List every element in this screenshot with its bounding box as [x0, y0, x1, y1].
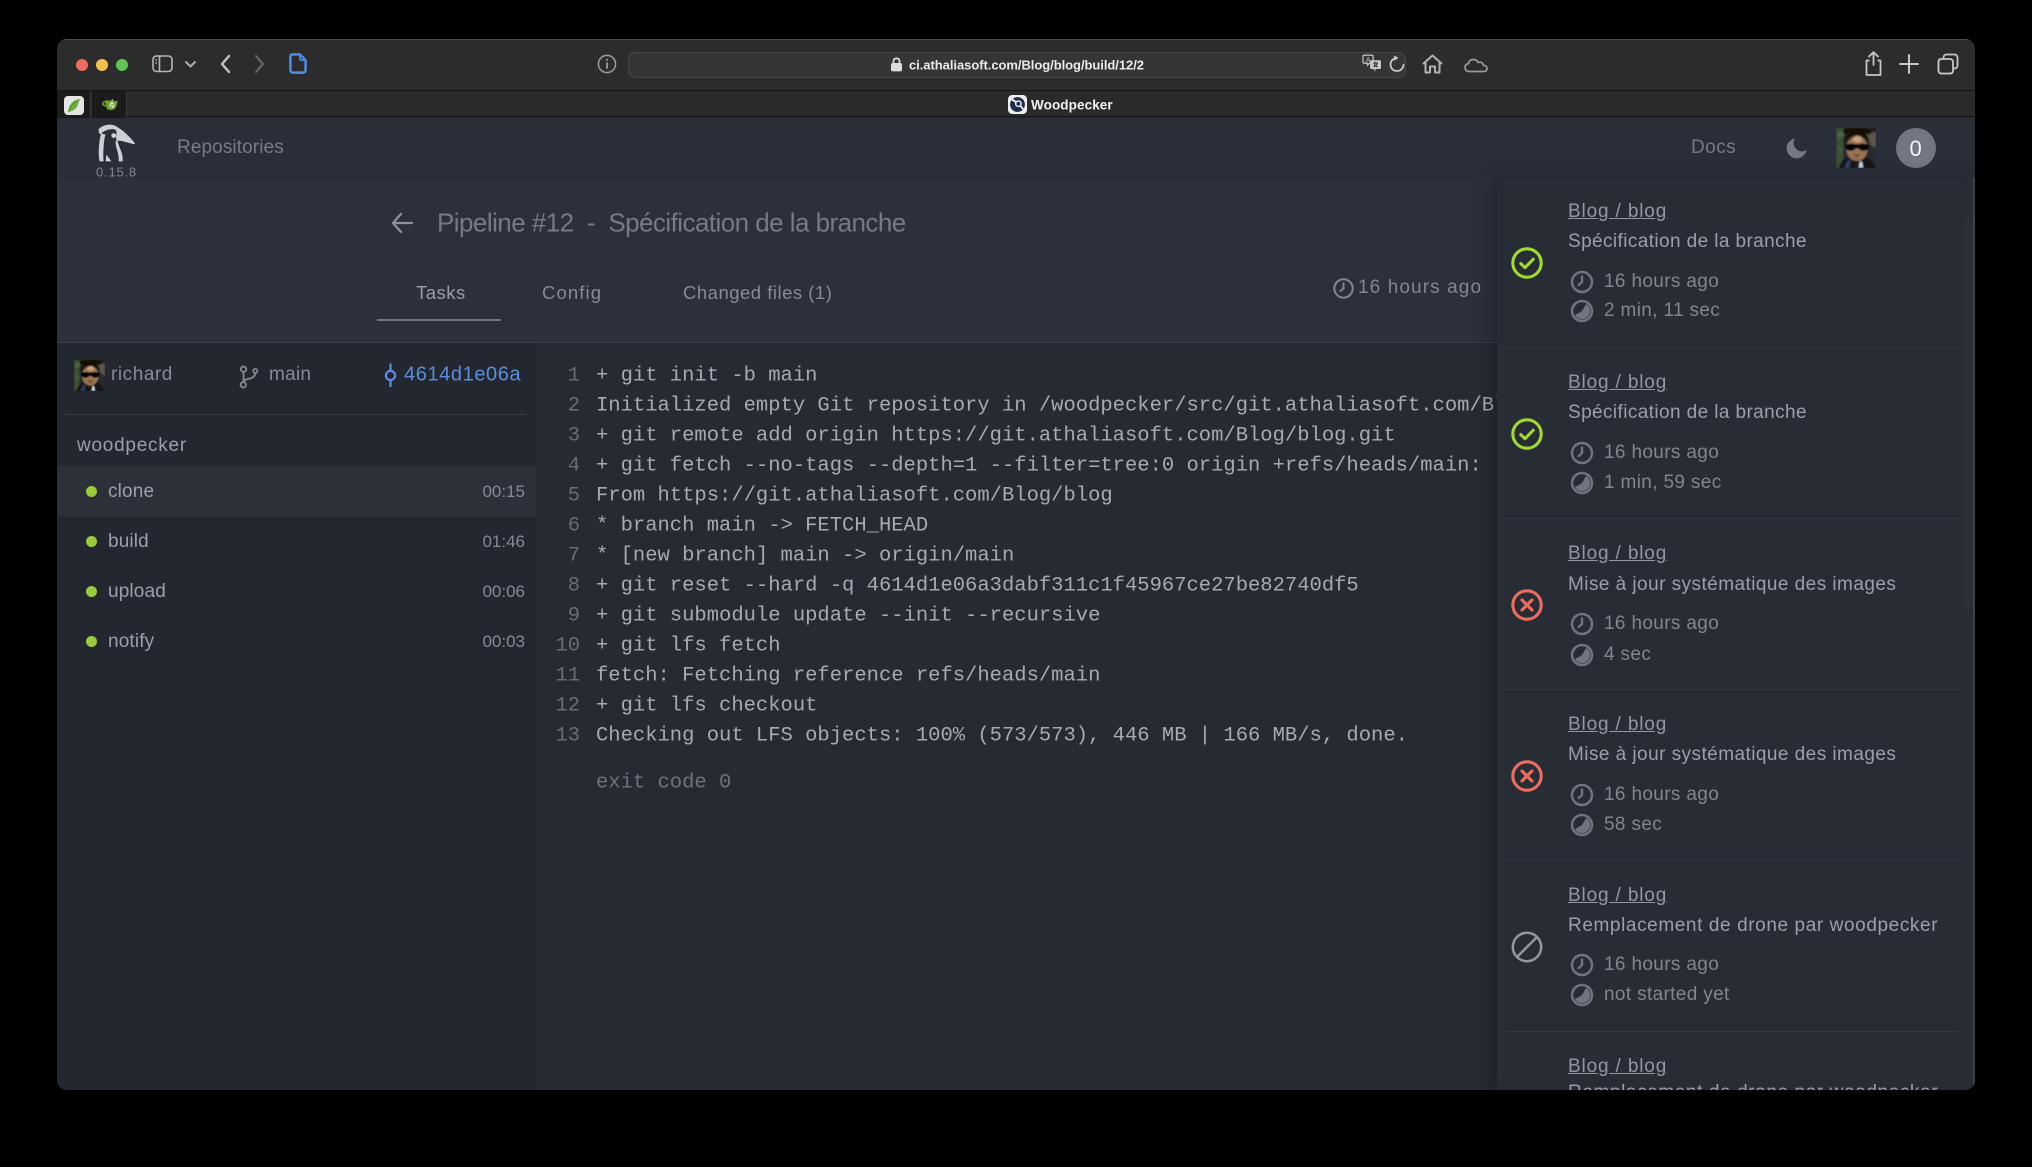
svg-text:A: A — [1366, 55, 1371, 64]
